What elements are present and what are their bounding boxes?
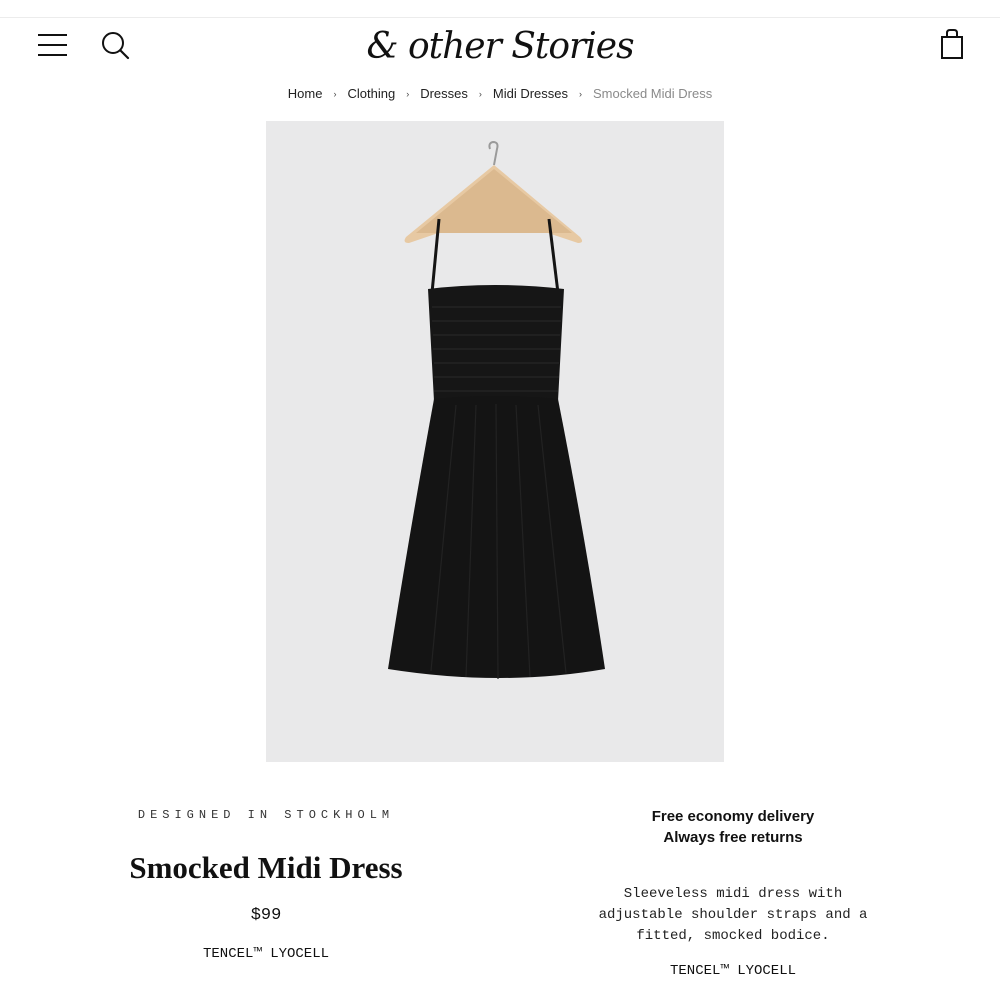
breadcrumb-clothing[interactable]: Clothing <box>347 86 395 101</box>
brand-logo[interactable]: & other Stories <box>366 22 634 70</box>
breadcrumb-separator: › <box>579 88 582 99</box>
breadcrumb-home[interactable]: Home <box>288 86 323 101</box>
product-material-detail: TENCEL™ LYOCELL <box>669 963 797 979</box>
breadcrumb-separator: › <box>478 88 482 99</box>
product-price: $99 <box>250 906 282 925</box>
brand-logo-text: & other Stories <box>366 25 634 67</box>
shopping-bag-icon[interactable] <box>938 28 966 60</box>
product-description: Sleeveless midi dress with adjustable sh… <box>598 886 868 944</box>
delivery-line: Free economy delivery <box>651 808 815 825</box>
product-material: TENCEL™ LYOCELL <box>202 946 330 962</box>
product-title: Smocked Midi Dress <box>129 850 403 885</box>
product-info: DESIGNED IN STOCKHOLM Smocked Midi Dress… <box>66 800 466 962</box>
hamburger-menu-icon[interactable] <box>38 32 68 56</box>
breadcrumb-midi-dresses[interactable]: Midi Dresses <box>493 86 568 101</box>
breadcrumb-dresses[interactable]: Dresses <box>420 86 468 101</box>
product-details: Free economy delivery Always free return… <box>563 806 903 979</box>
returns-line: Always free returns <box>663 829 803 846</box>
designed-in-label: DESIGNED IN STOCKHOLM <box>137 808 395 822</box>
breadcrumb: Home › Clothing › Dresses › Midi Dresses… <box>0 86 1000 101</box>
breadcrumb-current-page: Smocked Midi Dress <box>593 86 713 101</box>
product-image[interactable] <box>266 121 724 762</box>
site-header: & other Stories <box>0 18 1000 76</box>
breadcrumb-separator: › <box>333 88 337 99</box>
breadcrumb-separator: › <box>406 88 410 99</box>
delivery-info: Free economy delivery Always free return… <box>563 806 903 848</box>
search-icon[interactable] <box>100 30 132 62</box>
